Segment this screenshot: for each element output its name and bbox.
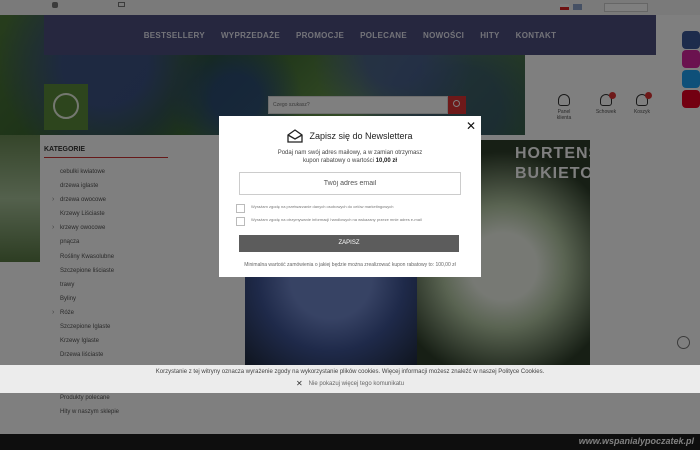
cookie-message: Korzystanie z tej witryny oznacza wyraże… <box>155 369 545 375</box>
consent-label-email: Wyrażam zgodę na otrzymywanie informacji… <box>251 217 422 222</box>
newsletter-modal: ✕ Zapisz się do Newslettera Podaj nam sw… <box>219 116 481 277</box>
subscribe-button[interactable]: ZAPISZ <box>239 235 459 252</box>
cookie-banner: Korzystanie z tej witryny oznacza wyraże… <box>0 365 700 393</box>
modal-title: Zapisz się do Newslettera <box>309 131 413 141</box>
modal-title-row: Zapisz się do Newslettera <box>219 129 481 143</box>
consent-checkbox-marketing[interactable] <box>236 204 245 213</box>
close-icon[interactable]: ✕ <box>296 379 303 388</box>
modal-description: Podaj nam swój adres mailowy, a w zamian… <box>277 150 423 164</box>
cookie-dismiss-row: ✕ Nie pokazuj więcej tego komunikatu <box>0 379 700 388</box>
cookie-dismiss-link[interactable]: Nie pokazuj więcej tego komunikatu <box>309 381 404 387</box>
envelope-open-icon <box>287 129 304 143</box>
consent-label-marketing: Wyrażam zgodę na przetwarzanie danych os… <box>251 204 394 209</box>
email-field[interactable] <box>239 172 461 195</box>
min-order-note: Minimalna wartość zamówienia o jakiej bę… <box>244 262 456 268</box>
consent-checkbox-email[interactable] <box>236 217 245 226</box>
